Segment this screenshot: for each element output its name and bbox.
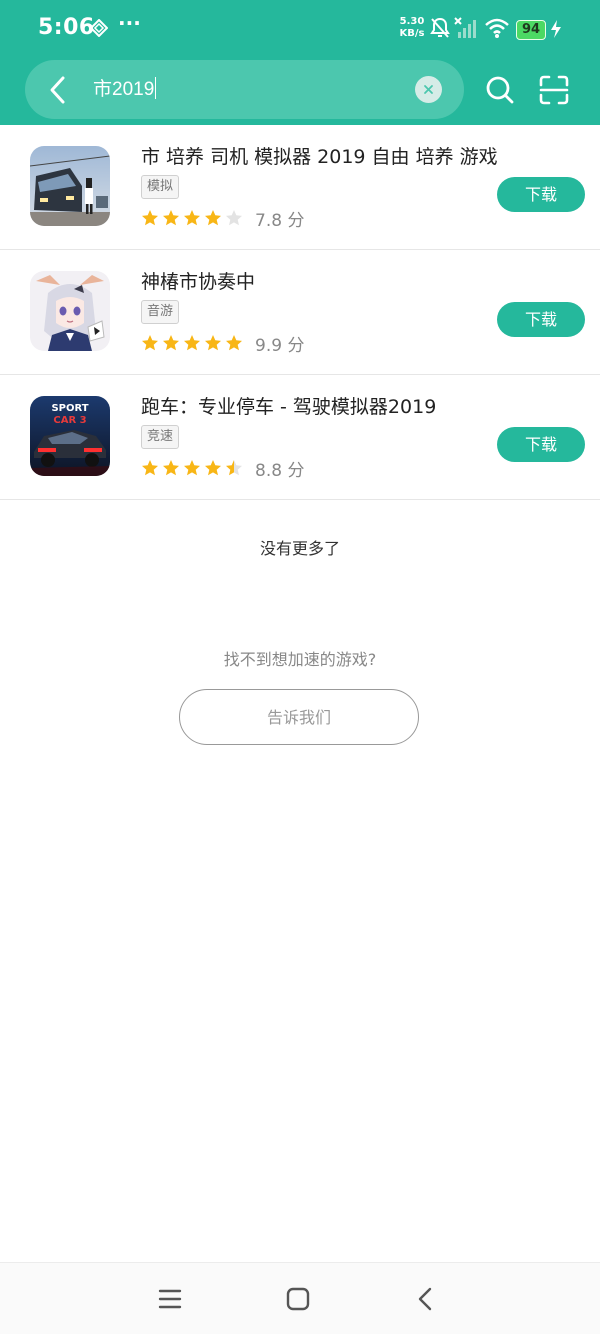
status-time: 5:06 [38,15,95,40]
star-full-icon [163,335,179,351]
app-name[interactable]: 市 培养 司机 模拟器 2019 自由 培养 游戏 [141,142,498,169]
more-notifications-icon: ··· [118,11,141,35]
result-item[interactable]: SPORT CAR 3 跑车：专业停车 - 驾驶模拟器2019 竞速 8.8 分… [0,375,600,500]
star-full-icon [163,210,179,226]
rating-score: 8.8 分 [255,460,305,481]
close-icon [424,85,433,94]
download-button[interactable]: 下载 [497,302,585,337]
net-speed: 5.30 KB/s [398,16,426,40]
search-icon [486,76,514,104]
search-input[interactable]: 市2019 [93,77,157,103]
app-name[interactable]: 跑车：专业停车 - 驾驶模拟器2019 [141,392,436,419]
rating-score: 7.8 分 [255,210,305,231]
logo-text-bottom: CAR 3 [53,415,86,426]
recent-apps-button[interactable] [158,1288,182,1314]
star-full-icon [184,210,200,226]
scan-button[interactable] [538,74,570,106]
rating: 9.9 分 [141,332,305,356]
search-results-list: 市 培养 司机 模拟器 2019 自由 培养 游戏 模拟 7.8 分 下载 神椿… [0,125,600,500]
home-button[interactable] [286,1287,310,1315]
star-half-icon [226,460,242,476]
home-square-icon [286,1287,310,1311]
star-full-icon [205,460,221,476]
status-bar: 5:06 ··· 5.30 KB/s 94 [0,0,600,58]
back-arrow-icon [418,1287,432,1311]
star-full-icon [184,335,200,351]
search-query: 市2019 [93,79,155,100]
anime-girl-game-icon[interactable] [30,271,110,351]
category-tag: 竞速 [141,425,180,449]
star-full-icon [142,335,158,351]
tell-us-button[interactable]: 告诉我们 [179,689,419,745]
train-game-icon[interactable] [30,146,110,226]
star-full-icon [163,460,179,476]
charging-icon [550,20,562,42]
sport-car-game-icon[interactable]: SPORT CAR 3 [30,396,110,476]
vpn-icon [89,18,109,41]
signal-icon [454,17,478,43]
download-button[interactable]: 下载 [497,427,585,462]
star-empty-icon [226,210,242,226]
star-full-icon [226,335,242,351]
star-rating [141,334,243,352]
result-item[interactable]: 神椿市协奏中 音游 9.9 分 下载 [0,250,600,375]
star-full-icon [205,210,221,226]
logo-text-top: SPORT [51,403,88,414]
app-name[interactable]: 神椿市协奏中 [141,267,255,294]
bell-muted-icon [430,17,450,43]
rating-score: 9.9 分 [255,335,305,356]
wifi-icon [484,17,510,43]
search-box[interactable] [25,60,464,119]
clear-search-button[interactable] [415,76,442,103]
back-button[interactable] [45,74,73,106]
star-full-icon [142,210,158,226]
category-tag: 模拟 [141,175,180,199]
battery-indicator: 94 [516,20,546,40]
result-item[interactable]: 市 培养 司机 模拟器 2019 自由 培养 游戏 模拟 7.8 分 下载 [0,125,600,250]
net-speed-unit: KB/s [399,28,425,39]
star-full-icon [205,335,221,351]
net-speed-value: 5.30 [399,16,425,27]
rating: 8.8 分 [141,457,305,481]
star-rating [141,459,243,477]
star-full-icon [184,460,200,476]
scan-icon [539,75,569,105]
star-rating [141,209,243,227]
star-full-icon [142,460,158,476]
text-caret [155,77,157,99]
cant-find-prompt: 找不到想加速的游戏? [223,650,377,669]
system-nav-bar [0,1262,600,1334]
system-back-button[interactable] [416,1287,436,1315]
header: 5:06 ··· 5.30 KB/s 94 市2019 [0,0,600,125]
category-tag: 音游 [141,300,180,324]
rating: 7.8 分 [141,207,305,231]
download-button[interactable]: 下载 [497,177,585,212]
search-button[interactable] [485,75,515,105]
menu-icon [158,1289,182,1309]
no-more-text: 没有更多了 [259,539,340,558]
